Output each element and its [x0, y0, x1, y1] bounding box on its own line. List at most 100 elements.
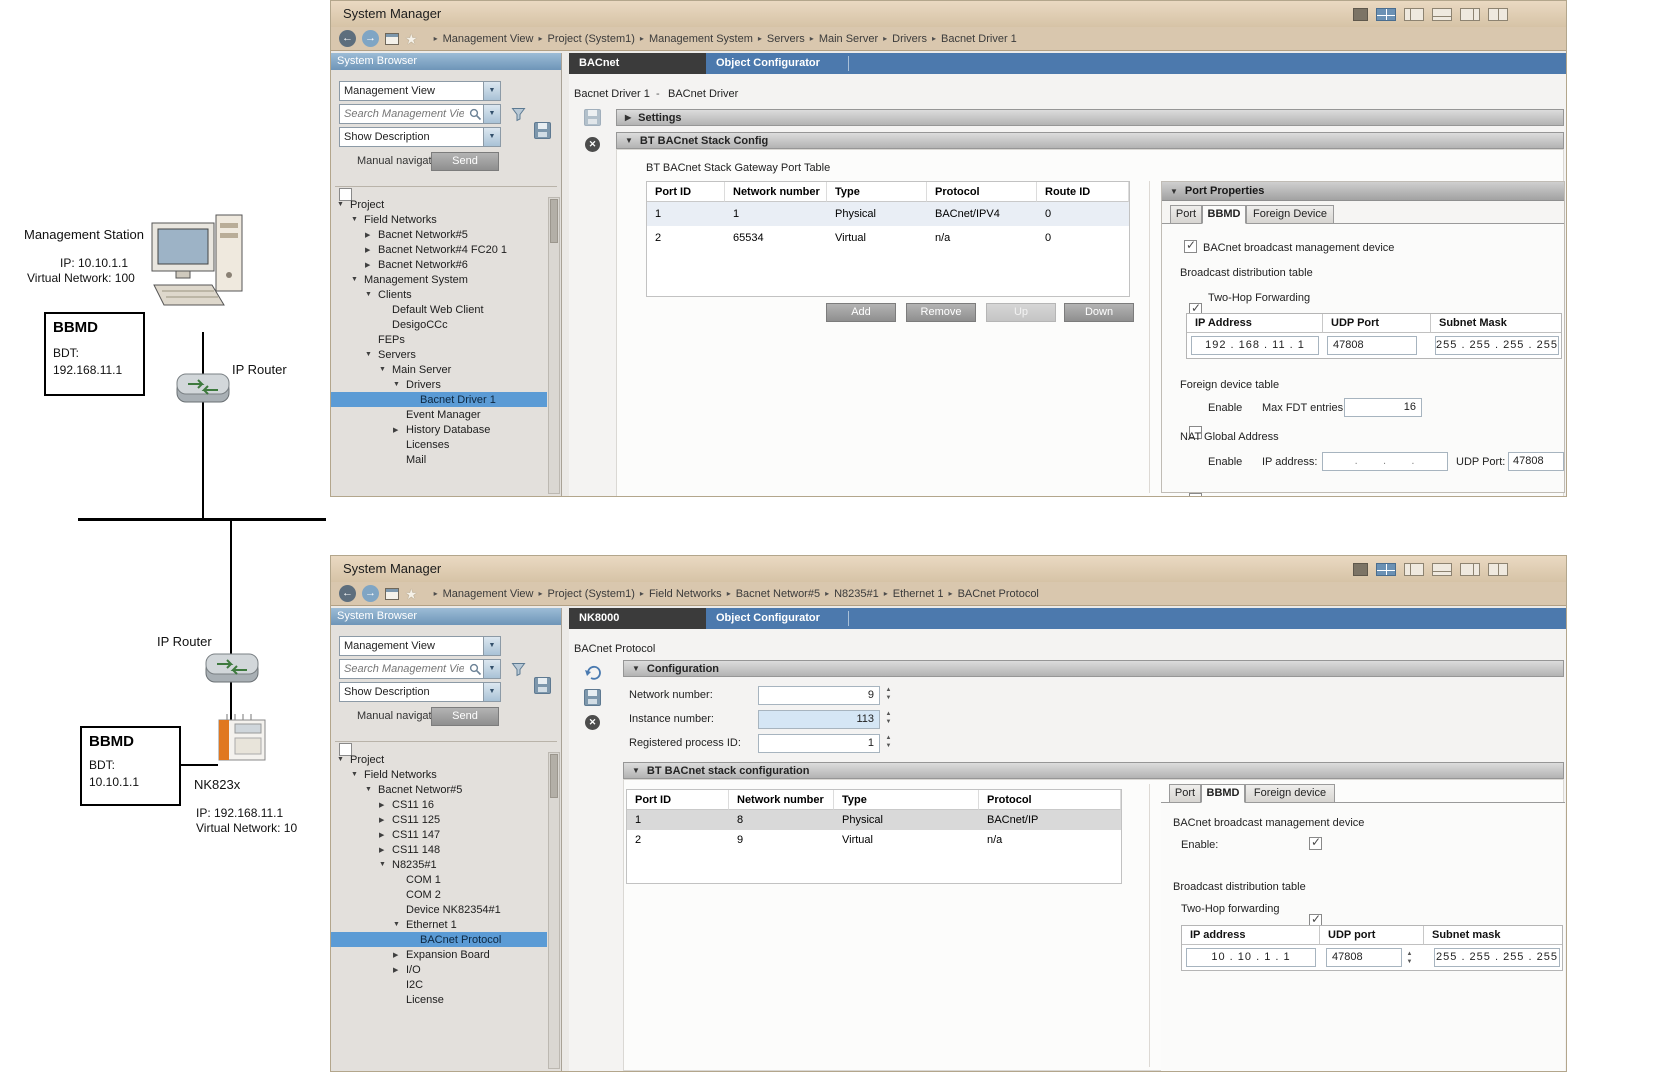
breadcrumb-item-management-view[interactable]: Management View — [443, 588, 534, 600]
tree-expanded-icon[interactable]: ▼ — [351, 276, 364, 283]
tree-collapsed-icon[interactable]: ▶ — [365, 261, 378, 269]
remove-button[interactable]: Remove — [906, 303, 976, 322]
back-button[interactable]: ← — [339, 585, 356, 602]
collapsed-icon[interactable]: ▶ — [625, 113, 631, 122]
tree-expanded-icon[interactable]: ▼ — [351, 216, 364, 223]
port-properties-header[interactable]: ▼ Port Properties — [1162, 182, 1564, 201]
tree-scrollbar[interactable] — [548, 197, 560, 494]
breadcrumb-item-project-system1[interactable]: Project (System1) — [548, 33, 635, 45]
tree-item-cs11-125[interactable]: ▶CS11 125 — [331, 812, 547, 827]
title-bar[interactable]: System Manager — [331, 1, 1566, 27]
column-header-port-id[interactable]: Port ID — [627, 790, 729, 810]
tree-expanded-icon[interactable]: ▼ — [379, 861, 392, 868]
breadcrumb-item-servers[interactable]: Servers — [767, 33, 805, 45]
column-header-ip-address[interactable]: IP address — [1182, 926, 1320, 945]
tree-item-project[interactable]: ▼Project — [331, 197, 547, 212]
tree-collapsed-icon[interactable]: ▶ — [365, 231, 378, 239]
layout-split-icon[interactable] — [1488, 563, 1508, 576]
search-icon[interactable] — [468, 105, 483, 123]
max-fdt-field[interactable]: 16 — [1344, 398, 1422, 417]
search-input[interactable] — [340, 660, 468, 678]
save-icon[interactable] — [584, 109, 601, 126]
tree-item-com-2[interactable]: COM 2 — [331, 887, 547, 902]
tree-item-field-networks[interactable]: ▼Field Networks — [331, 212, 547, 227]
tree-item-history-database[interactable]: ▶History Database — [331, 422, 547, 437]
tree-expanded-icon[interactable]: ▼ — [393, 381, 406, 388]
registered-process-id-stepper[interactable]: ▲▼ — [883, 734, 894, 750]
layout-split-icon[interactable] — [1488, 8, 1508, 21]
tree-item-drivers[interactable]: ▼Drivers — [331, 377, 547, 392]
column-header-udp-port[interactable]: UDP Port — [1323, 314, 1431, 333]
udp-port-stepper[interactable]: ▲▼ — [1404, 950, 1415, 966]
compact-view-icon[interactable] — [1353, 8, 1368, 21]
layout-right-icon[interactable] — [1460, 563, 1480, 576]
stepper-down-icon[interactable]: ▼ — [883, 694, 894, 702]
tree-item-mail[interactable]: Mail — [331, 452, 547, 467]
breadcrumb-item-main-server[interactable]: Main Server — [819, 33, 878, 45]
tree-item-expansion-board[interactable]: ▶Expansion Board — [331, 947, 547, 962]
tab-object-configurator[interactable]: Object Configurator — [706, 608, 846, 629]
down-button[interactable]: Down — [1064, 303, 1134, 322]
tab-bbmd[interactable]: BBMD — [1202, 205, 1246, 224]
tree-item-event-manager[interactable]: Event Manager — [331, 407, 547, 422]
tree-expanded-icon[interactable]: ▼ — [365, 291, 378, 298]
tree-item-n8235-1[interactable]: ▼N8235#1 — [331, 857, 547, 872]
up-button[interactable]: Up — [986, 303, 1056, 322]
udp-port-field[interactable]: 47808 — [1326, 948, 1402, 967]
compact-view-icon[interactable] — [1353, 563, 1368, 576]
filter-icon[interactable] — [511, 107, 526, 122]
view-select[interactable]: Management View ▼ — [339, 81, 501, 101]
description-select[interactable]: Show Description ▼ — [339, 127, 501, 147]
breadcrumb-item-project-system1[interactable]: Project (System1) — [548, 588, 635, 600]
expanded-icon[interactable]: ▼ — [632, 766, 640, 775]
chevron-down-icon[interactable]: ▼ — [483, 637, 500, 655]
tree-collapsed-icon[interactable]: ▶ — [365, 246, 378, 254]
tree-item-clients[interactable]: ▼Clients — [331, 287, 547, 302]
tree-collapsed-icon[interactable]: ▶ — [379, 801, 392, 809]
tree-collapsed-icon[interactable]: ▶ — [393, 966, 406, 974]
tree-item-cs11-148[interactable]: ▶CS11 148 — [331, 842, 547, 857]
nat-enable-checkbox[interactable] — [1189, 493, 1202, 497]
filter-icon[interactable] — [511, 662, 526, 677]
column-header-type[interactable]: Type — [834, 790, 979, 810]
tab-bacnet[interactable]: BACnet — [569, 53, 706, 74]
tree-item-bacnet-network-4-fc20-1[interactable]: ▶Bacnet Network#4 FC20 1 — [331, 242, 547, 257]
tree-item-default-web-client[interactable]: Default Web Client — [331, 302, 547, 317]
column-header-subnet-mask[interactable]: Subnet mask — [1424, 926, 1562, 945]
tree-scrollbar[interactable] — [548, 752, 560, 1069]
tree-item-com-1[interactable]: COM 1 — [331, 872, 547, 887]
tree-item-i-o[interactable]: ▶I/O — [331, 962, 547, 977]
stepper-down-icon[interactable]: ▼ — [883, 742, 894, 750]
tree-item-main-server[interactable]: ▼Main Server — [331, 362, 547, 377]
search-options-icon[interactable]: ▼ — [483, 105, 500, 123]
tree-expanded-icon[interactable]: ▼ — [365, 786, 378, 793]
tree-item-servers[interactable]: ▼Servers — [331, 347, 547, 362]
detach-window-icon[interactable] — [385, 33, 399, 45]
layout-bottom-icon[interactable] — [1432, 8, 1452, 21]
tree-item-ethernet-1[interactable]: ▼Ethernet 1 — [331, 917, 547, 932]
scrollbar-thumb[interactable] — [550, 754, 558, 798]
column-header-udp-port[interactable]: UDP port — [1320, 926, 1424, 945]
expanded-icon[interactable]: ▼ — [1170, 187, 1178, 196]
save-icon[interactable] — [584, 689, 601, 706]
layout-bottom-icon[interactable] — [1432, 563, 1452, 576]
forward-button[interactable]: → — [362, 30, 379, 47]
tree-expanded-icon[interactable]: ▼ — [365, 351, 378, 358]
tab-bbmd[interactable]: BBMD — [1201, 784, 1245, 803]
stepper-up-icon[interactable]: ▲ — [883, 710, 894, 718]
tree-expanded-icon[interactable]: ▼ — [337, 201, 350, 208]
tab-foreign-device[interactable]: Foreign device — [1245, 784, 1335, 803]
send-button[interactable]: Send — [431, 152, 499, 171]
column-header-network-number[interactable]: Network number — [725, 182, 827, 202]
tree-expanded-icon[interactable]: ▼ — [393, 921, 406, 928]
column-header-subnet-mask[interactable]: Subnet Mask — [1431, 314, 1561, 333]
view-select[interactable]: Management View ▼ — [339, 636, 501, 656]
network-number-stepper[interactable]: ▲▼ — [883, 686, 894, 702]
layout-left-icon[interactable] — [1404, 563, 1424, 576]
tree-item-license[interactable]: License — [331, 992, 547, 1007]
expanded-icon[interactable]: ▼ — [625, 136, 633, 145]
tree-item-device-nk82354-1[interactable]: Device NK82354#1 — [331, 902, 547, 917]
tree-collapsed-icon[interactable]: ▶ — [379, 846, 392, 854]
description-select[interactable]: Show Description ▼ — [339, 682, 501, 702]
tree-item-field-networks[interactable]: ▼Field Networks — [331, 767, 547, 782]
